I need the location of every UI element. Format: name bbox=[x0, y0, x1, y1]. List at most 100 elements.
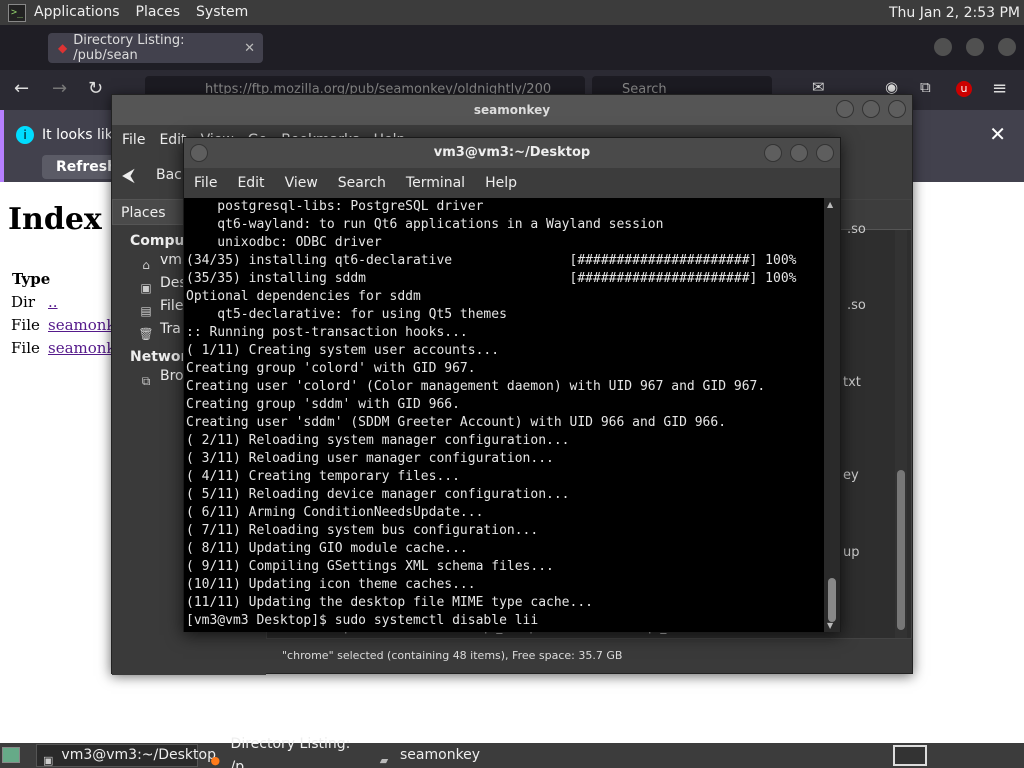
terminal-maximize-button[interactable] bbox=[790, 144, 808, 162]
terminal-line: postgresql-libs: PostgreSQL driver bbox=[186, 199, 484, 214]
favicon-icon: ◆ bbox=[58, 41, 68, 55]
row-type: Dir bbox=[11, 293, 35, 311]
maximize-button[interactable] bbox=[966, 38, 984, 56]
terminal-line: (10/11) Updating icon theme caches... bbox=[186, 577, 476, 592]
terminal-line: :: Running post-transaction hooks... bbox=[186, 325, 468, 340]
minimize-button[interactable] bbox=[934, 38, 952, 56]
fm-close-button[interactable] bbox=[888, 100, 906, 118]
top-panel: >_ Applications Places System Thu Jan 2,… bbox=[0, 0, 1024, 25]
reload-icon[interactable]: ↻ bbox=[88, 78, 103, 99]
terminal-line: Creating group 'colord' with GID 967. bbox=[186, 361, 476, 376]
applications-icon[interactable]: >_ bbox=[8, 3, 26, 22]
terminal-line: ( 2/11) Reloading system manager configu… bbox=[186, 433, 570, 448]
terminal-line: ( 7/11) Reloading system bus configurati… bbox=[186, 523, 539, 538]
term-menu-file[interactable]: File bbox=[194, 175, 217, 191]
menu-applications[interactable]: Applications bbox=[26, 0, 128, 25]
column-type-header: Type bbox=[12, 270, 51, 288]
terminal-line: Creating group 'sddm' with GID 966. bbox=[186, 397, 460, 412]
back-icon[interactable]: ⮜ bbox=[122, 165, 135, 186]
clock[interactable]: Thu Jan 2, 2:53 PM bbox=[889, 5, 1024, 21]
terminal-scrollbar[interactable]: ▲ ▼ bbox=[824, 198, 840, 632]
term-menu-view[interactable]: View bbox=[285, 175, 318, 191]
term-menu-terminal[interactable]: Terminal bbox=[406, 175, 465, 191]
terminal-line: [vm3@vm3 Desktop]$ sudo systemctl disabl… bbox=[186, 613, 539, 628]
show-desktop-icon[interactable] bbox=[2, 747, 20, 763]
notice-text: It looks like bbox=[42, 127, 121, 143]
network-icon: ⧉ bbox=[141, 373, 151, 388]
fm-title: seamonkey bbox=[473, 103, 551, 117]
terminal-line: ( 6/11) Arming ConditionNeedsUpdate... bbox=[186, 505, 484, 520]
terminal-menu-button[interactable] bbox=[190, 144, 208, 162]
file-name-fragment[interactable]: txt bbox=[843, 375, 861, 390]
menu-places[interactable]: Places bbox=[128, 0, 189, 25]
menu-system[interactable]: System bbox=[188, 0, 256, 25]
fm-scrollbar[interactable] bbox=[895, 230, 907, 638]
workspace-switcher[interactable] bbox=[893, 745, 927, 766]
browser-tabbar: ◆ Directory Listing: /pub/sean ✕ bbox=[0, 25, 1024, 70]
terminal-line: (11/11) Updating the desktop file MIME t… bbox=[186, 595, 593, 610]
terminal-line: ( 5/11) Reloading device manager configu… bbox=[186, 487, 570, 502]
terminal-line: (35/35) installing sddm [###############… bbox=[186, 271, 797, 286]
fm-titlebar[interactable]: seamonkey bbox=[112, 95, 912, 125]
task-label: Directory Listing: /p... bbox=[230, 735, 351, 768]
terminal-line: ( 4/11) Creating temporary files... bbox=[186, 469, 460, 484]
terminal-menubar: File Edit View Search Terminal Help bbox=[184, 168, 840, 198]
term-menu-edit[interactable]: Edit bbox=[237, 175, 264, 191]
file-name-fragment[interactable]: ey bbox=[843, 468, 859, 483]
close-window-button[interactable] bbox=[998, 38, 1016, 56]
listing-row: File seamonke bbox=[11, 316, 124, 334]
row-type: File bbox=[11, 316, 40, 334]
terminal-line: qt5-declarative: for using Qt5 themes bbox=[186, 307, 507, 322]
back-arrow-icon[interactable]: ← bbox=[14, 78, 29, 99]
scroll-up-icon[interactable]: ▲ bbox=[827, 200, 833, 209]
terminal-scrollbar-thumb[interactable] bbox=[828, 578, 836, 622]
terminal-title: vm3@vm3:~/Desktop bbox=[433, 145, 591, 160]
forward-arrow-icon[interactable]: → bbox=[52, 78, 67, 99]
task-terminal[interactable]: ▣ vm3@vm3:~/Desktop bbox=[36, 744, 216, 767]
task-file-manager[interactable]: ▰ seamonkey bbox=[370, 744, 536, 767]
info-icon: i bbox=[16, 126, 34, 144]
terminal-window: vm3@vm3:~/Desktop File Edit View Search … bbox=[183, 137, 841, 632]
term-menu-help[interactable]: Help bbox=[485, 175, 517, 191]
trash-icon: 🗑 bbox=[138, 326, 154, 341]
file-name-fragment[interactable]: .so bbox=[847, 222, 866, 237]
drive-icon: ▤ bbox=[140, 303, 152, 318]
fm-statusbar: "chrome" selected (containing 48 items),… bbox=[266, 639, 912, 673]
terminal-line: ( 3/11) Reloading user manager configura… bbox=[186, 451, 554, 466]
sidebar-item-label: Bro bbox=[160, 368, 184, 384]
hamburger-menu-icon[interactable]: ≡ bbox=[992, 78, 1007, 99]
terminal-line: qt6-wayland: to run Qt6 applications in … bbox=[186, 217, 664, 232]
terminal-output[interactable]: postgresql-libs: PostgreSQL driver qt6-w… bbox=[184, 198, 826, 632]
terminal-line: ( 8/11) Updating GIO module cache... bbox=[186, 541, 468, 556]
task-browser[interactable]: ● Directory Listing: /p... bbox=[202, 736, 368, 768]
fm-menu-file[interactable]: File bbox=[122, 132, 145, 148]
close-notice-icon[interactable]: ✕ bbox=[989, 122, 1006, 146]
terminal-close-button[interactable] bbox=[816, 144, 834, 162]
extensions-icon[interactable]: ⧉ bbox=[920, 78, 931, 96]
task-label: seamonkey bbox=[400, 747, 481, 763]
tab-title: Directory Listing: /pub/sean bbox=[73, 33, 185, 63]
terminal-line: ( 1/11) Creating system user accounts... bbox=[186, 343, 500, 358]
folder-icon: ▰ bbox=[379, 753, 389, 767]
fm-maximize-button[interactable] bbox=[862, 100, 880, 118]
tab-close-icon[interactable]: ✕ bbox=[244, 41, 255, 56]
browser-tab[interactable]: ◆ Directory Listing: /pub/sean ✕ bbox=[48, 33, 263, 63]
terminal-line: Creating user 'colord' (Color management… bbox=[186, 379, 766, 394]
file-name-fragment[interactable]: up bbox=[843, 545, 860, 560]
notice-stripe bbox=[0, 110, 4, 182]
firefox-icon: ● bbox=[210, 753, 221, 767]
file-name-fragment[interactable]: .so bbox=[847, 298, 866, 313]
terminal-minimize-button[interactable] bbox=[764, 144, 782, 162]
task-label: vm3@vm3:~/Desktop bbox=[61, 747, 216, 763]
row-link[interactable]: .. bbox=[48, 293, 58, 311]
terminal-titlebar[interactable]: vm3@vm3:~/Desktop bbox=[184, 138, 840, 168]
sidebar-item-label: File bbox=[160, 298, 184, 314]
listing-row: Dir .. bbox=[11, 293, 58, 311]
terminal-icon: ▣ bbox=[43, 753, 54, 767]
fm-minimize-button[interactable] bbox=[836, 100, 854, 118]
fm-scrollbar-thumb[interactable] bbox=[897, 470, 905, 630]
ublock-icon[interactable]: u bbox=[956, 81, 972, 97]
terminal-line: ( 9/11) Compiling GSettings XML schema f… bbox=[186, 559, 554, 574]
term-menu-search[interactable]: Search bbox=[338, 175, 386, 191]
scroll-down-icon[interactable]: ▼ bbox=[827, 621, 833, 630]
